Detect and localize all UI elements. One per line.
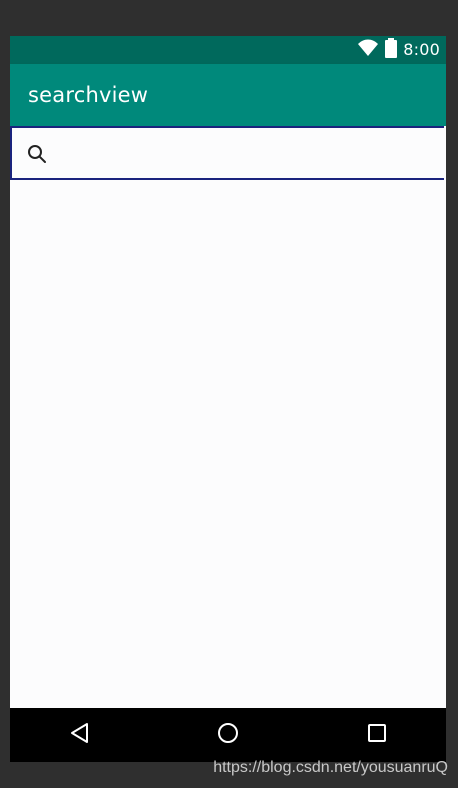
status-indicators: 8:00 [357,37,440,63]
android-device-screen: 8:00 searchview [10,36,446,762]
status-bar: 8:00 [10,36,446,64]
app-bar: searchview [10,64,446,126]
navigation-bar [10,708,446,762]
back-button[interactable] [66,722,92,748]
recents-button[interactable] [364,722,390,748]
wifi-icon [357,39,379,62]
recents-icon [366,722,388,749]
search-input[interactable] [56,136,440,172]
back-icon [68,721,90,750]
app-title: searchview [28,83,149,107]
home-icon [216,721,240,750]
status-time: 8:00 [403,40,440,59]
main-content [10,126,446,708]
search-view[interactable] [10,126,444,180]
search-icon[interactable] [26,143,50,167]
screenshot-frame: 8:00 searchview https://blog.csdn.net/yo… [0,0,458,788]
battery-icon [385,37,398,63]
home-button[interactable] [215,722,241,748]
watermark-url: https://blog.csdn.net/yousuanruQ [213,759,448,776]
